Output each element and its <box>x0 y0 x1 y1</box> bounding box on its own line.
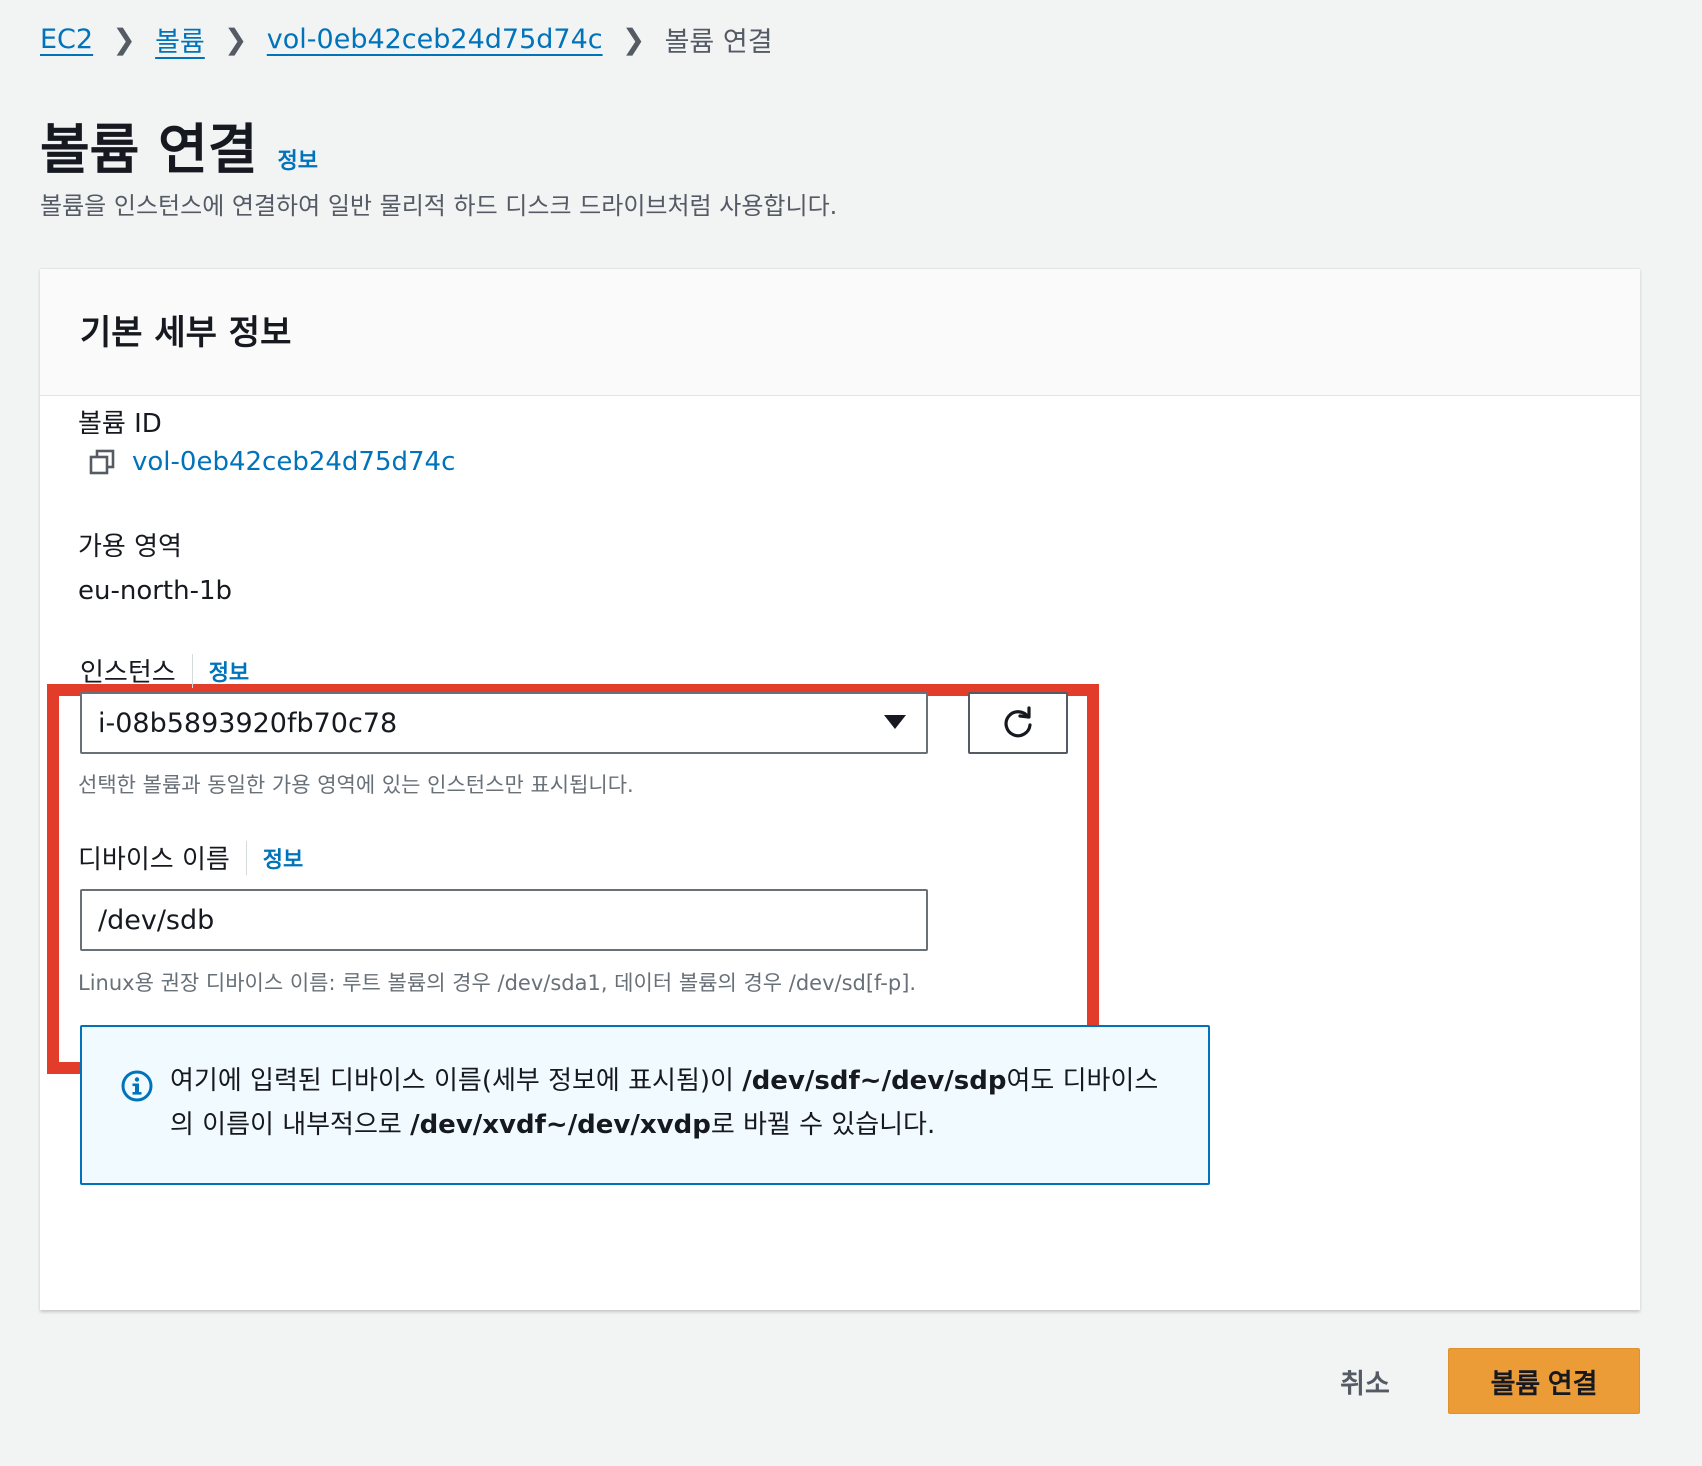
cancel-button[interactable]: 취소 <box>1320 1355 1410 1407</box>
device-hint: Linux용 권장 디바이스 이름: 루트 볼륨의 경우 /dev/sda1, … <box>78 971 917 995</box>
alert-text-bold: /dev/xvdf~/dev/xvdp <box>410 1110 711 1140</box>
chevron-right-icon: ❯ <box>224 23 248 56</box>
breadcrumb-current: 볼륨 연결 <box>664 27 773 58</box>
instance-select-value: i-08b5893920fb70c78 <box>98 707 398 739</box>
breadcrumb: EC2 ❯ 볼륨 ❯ vol-0eb42ceb24d75d74c ❯ 볼륨 연결 <box>40 20 773 59</box>
card-header: 기본 세부 정보 <box>40 269 1640 396</box>
label-divider <box>191 653 193 688</box>
instance-info-link[interactable]: 정보 <box>209 655 249 687</box>
device-info-link[interactable]: 정보 <box>263 842 303 874</box>
page-title-text: 볼륨 연결 <box>40 118 258 181</box>
basic-details-card: 기본 세부 정보 볼륨 ID vol-0eb42ceb24d75d74c 가용 … <box>40 268 1640 1310</box>
availability-zone-label: 가용 영역 <box>78 532 182 562</box>
device-label-row: 디바이스 이름 정보 <box>78 839 303 876</box>
volume-id-label-text: 볼륨 ID <box>78 409 162 439</box>
info-alert: 여기에 입력된 디바이스 이름(세부 정보에 표시됨)이 /dev/sdf~/d… <box>80 1025 1210 1185</box>
volume-id-label: 볼륨 ID <box>78 403 162 440</box>
chevron-right-icon: ❯ <box>621 23 646 56</box>
attach-volume-button[interactable]: 볼륨 연결 <box>1448 1348 1640 1414</box>
instance-select[interactable]: i-08b5893920fb70c78 <box>80 692 928 754</box>
alert-text-part: 로 바뀔 수 있습니다. <box>710 1110 936 1140</box>
page-description: 볼륨을 인스턴스에 연결하여 일반 물리적 하드 디스크 드라이브처럼 사용합니… <box>40 192 838 220</box>
instance-hint: 선택한 볼륨과 동일한 가용 영역에 있는 인스턴스만 표시됩니다. <box>78 773 634 797</box>
copy-icon[interactable] <box>88 448 116 476</box>
instance-label-row: 인스턴스 정보 <box>80 652 249 689</box>
page-title: 볼륨 연결 정보 <box>40 105 318 184</box>
volume-id-link[interactable]: vol-0eb42ceb24d75d74c <box>132 447 455 477</box>
label-divider <box>245 840 247 875</box>
alert-text-bold: /dev/sdf~/dev/sdp <box>742 1066 1007 1096</box>
device-name-input[interactable]: /dev/sdb <box>80 889 928 951</box>
instance-label: 인스턴스 <box>80 658 176 688</box>
device-name-label: 디바이스 이름 <box>78 845 230 875</box>
volume-id-row: vol-0eb42ceb24d75d74c <box>88 447 455 477</box>
page-info-link[interactable]: 정보 <box>278 143 318 175</box>
refresh-icon <box>1004 706 1032 738</box>
info-alert-text: 여기에 입력된 디바이스 이름(세부 정보에 표시됨)이 /dev/sdf~/d… <box>170 1059 1180 1147</box>
chevron-right-icon: ❯ <box>112 23 136 56</box>
breadcrumb-ec2[interactable]: EC2 <box>40 24 93 55</box>
card-title: 기본 세부 정보 <box>80 313 292 353</box>
info-icon <box>121 1070 153 1102</box>
alert-text-part: 여기에 입력된 디바이스 이름(세부 정보에 표시됨)이 <box>170 1066 743 1096</box>
breadcrumb-volumes[interactable]: 볼륨 <box>155 20 205 59</box>
breadcrumb-volume-id[interactable]: vol-0eb42ceb24d75d74c <box>267 24 603 55</box>
device-name-value: /dev/sdb <box>98 904 215 936</box>
refresh-instances-button[interactable] <box>968 692 1068 754</box>
availability-zone-value: eu-north-1b <box>78 576 233 606</box>
caret-down-icon <box>884 715 906 729</box>
